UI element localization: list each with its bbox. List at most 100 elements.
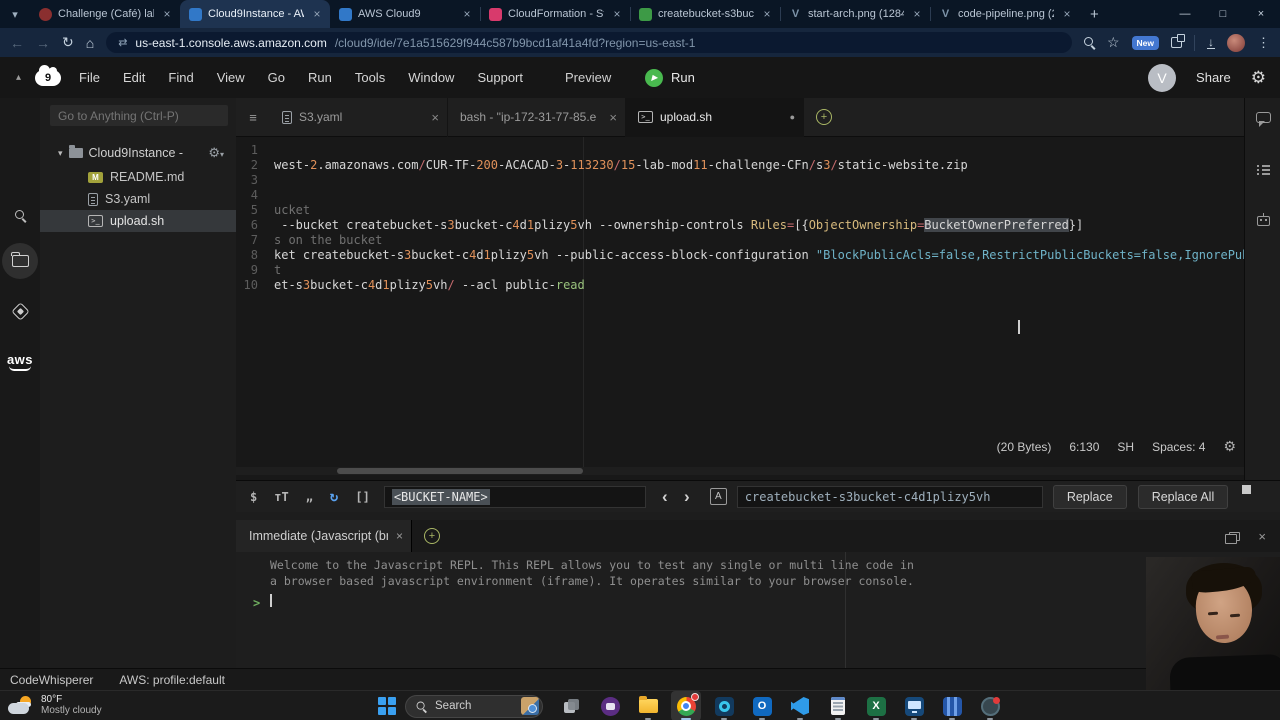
tab-close-icon[interactable]: ×	[910, 7, 924, 21]
run-button[interactable]: ▶ Run	[645, 68, 695, 87]
whole-word-toggle-icon[interactable]: „	[306, 490, 313, 504]
search-in-selection-toggle-icon[interactable]: []	[355, 490, 369, 504]
popout-panel-icon[interactable]	[1225, 531, 1241, 544]
back-icon[interactable]: ←	[10, 35, 24, 51]
outline-list-icon[interactable]	[1245, 164, 1280, 176]
tab-close-icon[interactable]: ×	[760, 7, 774, 21]
aws-toolkit-icon[interactable]	[0, 298, 40, 324]
regex-toggle-icon[interactable]: $	[250, 490, 257, 504]
excel-icon[interactable]: X	[861, 691, 891, 720]
bookmark-star-icon[interactable]: ☆	[1107, 34, 1120, 51]
chevron-down-icon[interactable]: ▾	[58, 148, 63, 159]
editor-tab[interactable]: bash - "ip-172-31-77-85.e ×	[448, 97, 626, 137]
camera-app-icon[interactable]	[595, 691, 625, 720]
find-previous-icon[interactable]: ‹	[654, 487, 676, 507]
codewhisperer-status[interactable]: CodeWhisperer	[10, 673, 93, 687]
tree-item-upload.sh[interactable]: >_ upload.sh	[40, 210, 236, 232]
new-console-tab-button[interactable]: +	[424, 528, 440, 544]
forward-icon[interactable]: →	[36, 35, 50, 51]
user-avatar[interactable]: V	[1148, 63, 1177, 92]
window-minimize-button[interactable]: —	[1166, 0, 1204, 28]
editor-tab[interactable]: >_ upload.sh ●	[626, 97, 804, 137]
scrollbar-thumb[interactable]	[337, 468, 583, 474]
repl-console[interactable]: Welcome to the Javascript REPL. This REP…	[236, 552, 1280, 692]
tab-close-icon[interactable]: ×	[610, 7, 624, 21]
menu-file[interactable]: File	[79, 70, 100, 85]
menu-edit[interactable]: Edit	[123, 70, 145, 85]
tab-close-icon[interactable]: ×	[396, 529, 403, 543]
start-button[interactable]	[378, 697, 396, 715]
tree-settings-gear-icon[interactable]: ⚙▾	[208, 145, 224, 161]
share-button[interactable]: Share	[1196, 70, 1231, 85]
collections-icon[interactable]	[1171, 34, 1185, 48]
tab-close-icon[interactable]: ×	[160, 7, 174, 21]
replace-all-button[interactable]: Replace All	[1137, 484, 1229, 509]
taskbar-search[interactable]: Search	[405, 694, 543, 718]
weather-widget[interactable]: 80°F Mostly cloudy	[8, 694, 102, 716]
remote-desktop-icon[interactable]	[899, 691, 929, 720]
tree-item-s3.yaml[interactable]: S3.yaml	[40, 188, 236, 210]
aws-logo[interactable]: aws	[0, 346, 40, 376]
tab-close-icon[interactable]: ×	[460, 7, 474, 21]
replace-button[interactable]: Replace	[1052, 484, 1127, 509]
site-info-icon[interactable]: ⇄	[118, 36, 127, 49]
aws-profile-status[interactable]: AWS: profile:default	[119, 673, 225, 687]
browser-menu-icon[interactable]: ⋮	[1257, 35, 1270, 51]
tree-root-folder[interactable]: ▾ Cloud9Instance - ⚙▾	[40, 142, 236, 164]
find-input[interactable]: <BUCKET-NAME>	[383, 485, 646, 508]
file-tree-toggle-icon[interactable]	[0, 242, 40, 280]
refresh-icon[interactable]: ↻	[62, 34, 74, 51]
file-explorer-icon[interactable]	[633, 691, 663, 720]
close-panel-icon[interactable]: ×	[1258, 529, 1266, 544]
task-view-icon[interactable]	[557, 691, 587, 720]
teams-app-icon[interactable]	[937, 691, 967, 720]
window-restore-button[interactable]: □	[1204, 0, 1242, 28]
new-editor-tab-button[interactable]: +	[816, 109, 832, 125]
tab-search-icon[interactable]: ▾	[0, 8, 30, 21]
tab-close-icon[interactable]: ×	[609, 110, 617, 125]
tab-close-icon[interactable]: ×	[1060, 7, 1074, 21]
preferences-gear-icon[interactable]: ⚙	[1251, 68, 1266, 88]
browser-tab[interactable]: CloudFormation - Stack Create ×	[480, 0, 630, 28]
collapse-menubar-icon[interactable]: ▴	[16, 72, 21, 83]
syntax-mode[interactable]: SH	[1117, 440, 1134, 454]
new-feature-badge[interactable]: New	[1131, 35, 1159, 50]
menu-go[interactable]: Go	[268, 70, 285, 85]
vscode-icon[interactable]	[785, 691, 815, 720]
menu-view[interactable]: View	[217, 70, 245, 85]
menu-window[interactable]: Window	[408, 70, 454, 85]
tab-list-menu-icon[interactable]: ≡	[236, 110, 270, 125]
zoom-search-icon[interactable]	[1083, 37, 1095, 48]
replace-input[interactable]	[736, 485, 1043, 508]
photos-app-icon[interactable]	[709, 691, 739, 720]
address-bar[interactable]: ⇄ us-east-1.console.aws.amazon.com/cloud…	[106, 32, 1072, 53]
chrome-icon[interactable]	[671, 691, 701, 720]
browser-tab[interactable]: Cloud9Instance - AWS Cloud9 ×	[180, 0, 330, 28]
browser-tab[interactable]: AWS Cloud9 ×	[330, 0, 480, 28]
search-icon[interactable]	[0, 202, 40, 228]
new-tab-button[interactable]: +	[1090, 6, 1099, 23]
browser-tab[interactable]: createbucket-s3bucket-c4d1pl ×	[630, 0, 780, 28]
find-next-icon[interactable]: ›	[676, 487, 698, 507]
menu-tools[interactable]: Tools	[355, 70, 385, 85]
notepad-icon[interactable]	[823, 691, 853, 720]
match-case-toggle-icon[interactable]: тT	[274, 490, 288, 504]
menu-support[interactable]: Support	[477, 70, 523, 85]
wrap-search-toggle-icon[interactable]: ↻	[330, 489, 338, 505]
menu-find[interactable]: Find	[168, 70, 193, 85]
settings-app-icon[interactable]	[975, 691, 1005, 720]
horizontal-scrollbar[interactable]	[236, 467, 1244, 475]
editor-settings-gear-icon[interactable]: ⚙	[1223, 438, 1236, 455]
preview-button[interactable]: Preview	[565, 70, 611, 85]
code-editor[interactable]: 1 2 west-2.amazonaws.com/CUR-TF-200-ACACAD…	[236, 137, 1244, 467]
tree-item-readme.md[interactable]: M README.md	[40, 166, 236, 188]
browser-tab[interactable]: Challenge (Café) lab: Automati ×	[30, 0, 180, 28]
goto-anything-input[interactable]	[50, 105, 228, 126]
tab-close-icon[interactable]: ×	[431, 110, 439, 125]
outlook-icon[interactable]: O	[747, 691, 777, 720]
browser-profile-avatar[interactable]	[1227, 33, 1245, 52]
chat-icon[interactable]	[1245, 112, 1280, 127]
home-icon[interactable]: ⌂	[86, 35, 94, 51]
tab-close-icon[interactable]: ×	[310, 7, 324, 21]
download-icon[interactable]: ↓	[1207, 36, 1215, 49]
